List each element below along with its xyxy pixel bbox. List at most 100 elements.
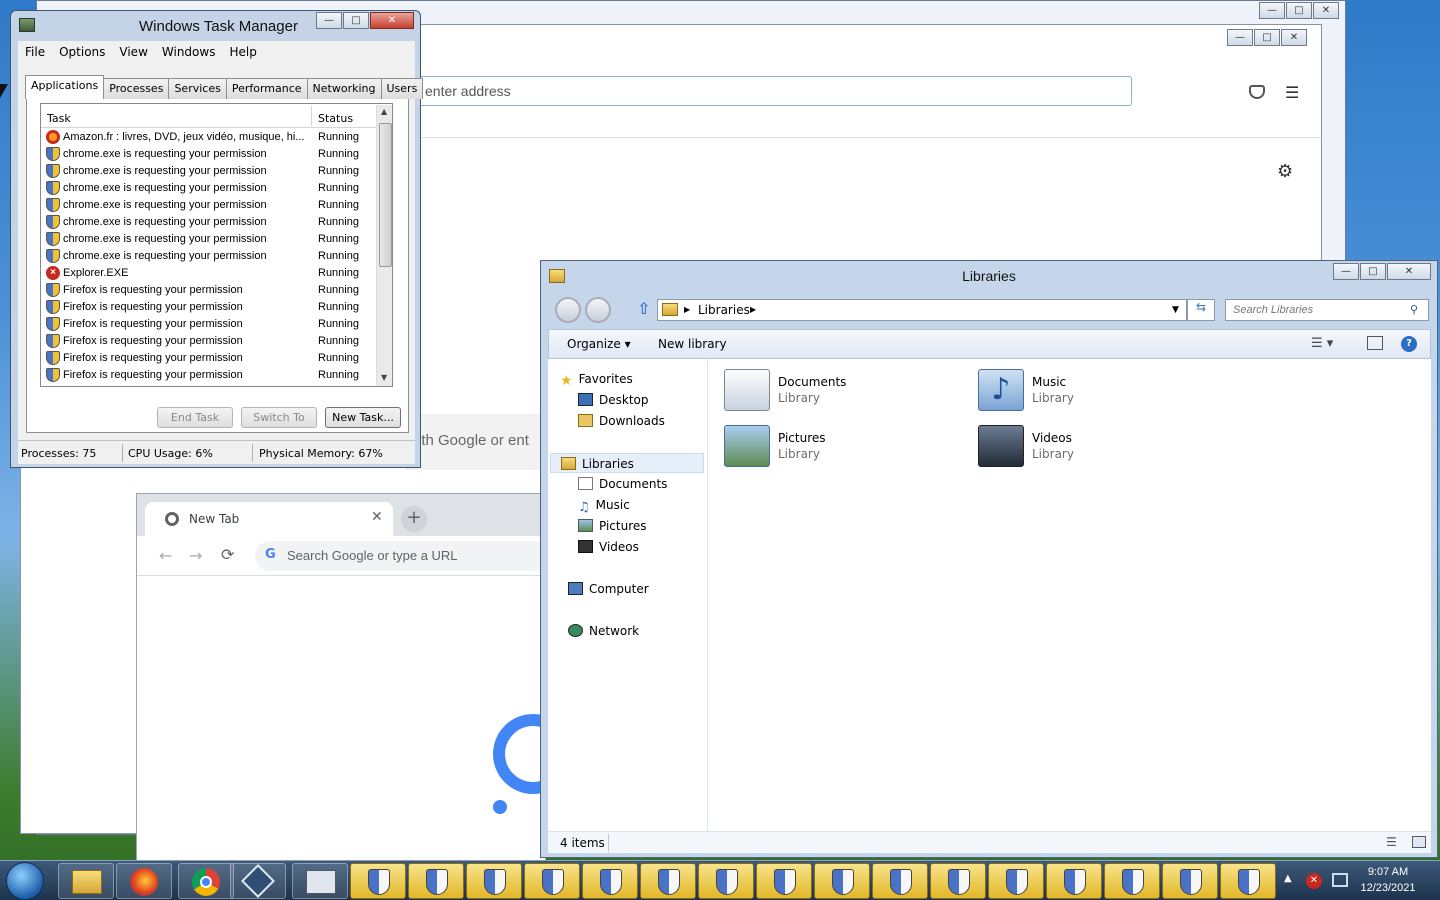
task-row[interactable]: Firefox is requesting your permission Run… [41, 299, 374, 316]
library-pictures[interactable]: Pictures Library [724, 421, 974, 471]
nav-music[interactable]: ♫ Music [578, 495, 630, 515]
menu-help[interactable]: Help [229, 45, 256, 59]
maximize-button[interactable]: □ [1286, 2, 1312, 19]
minimize-button[interactable]: — [1227, 29, 1253, 46]
breadcrumb-arrow-icon[interactable]: ▶ [750, 300, 756, 320]
taskbar-uac-prompt[interactable] [814, 863, 870, 899]
close-button[interactable]: ✕ [1313, 2, 1339, 19]
task-manager-titlebar[interactable]: Windows Task Manager — □ ✕ [11, 11, 420, 41]
new-tab-button[interactable]: + [401, 506, 427, 532]
menu-options[interactable]: Options [59, 45, 105, 59]
close-tab-icon[interactable]: ✕ [371, 509, 383, 525]
taskbar-uac-prompt[interactable] [640, 863, 696, 899]
taskbar-uac-prompt[interactable] [756, 863, 812, 899]
taskbar-uac-prompt[interactable] [524, 863, 580, 899]
taskbar-explorer[interactable] [58, 863, 114, 899]
taskbar-uac-prompt[interactable] [466, 863, 522, 899]
task-row[interactable]: Firefox is requesting your permission Run… [41, 350, 374, 367]
nav-network[interactable]: Network [568, 621, 639, 641]
taskbar-uac-prompt[interactable] [698, 863, 754, 899]
forward-icon[interactable]: → [189, 546, 202, 565]
nav-favorites[interactable]: ★ Favorites [560, 369, 633, 389]
tab-applications[interactable]: Applications [25, 75, 105, 99]
new-task-button[interactable]: New Task... [325, 407, 401, 428]
task-row[interactable]: chrome.exe is requesting your permission… [41, 214, 374, 231]
task-row[interactable]: Firefox is requesting your permission Run… [41, 316, 374, 333]
organize-button[interactable]: Organize ▾ [567, 337, 631, 351]
task-row[interactable]: chrome.exe is requesting your permission… [41, 231, 374, 248]
nav-libraries[interactable]: Libraries [550, 453, 704, 473]
end-task-button[interactable]: End Task [157, 407, 233, 428]
taskbar-firefox[interactable] [116, 863, 172, 899]
task-row[interactable]: chrome.exe is requesting your permission… [41, 248, 374, 265]
start-button[interactable] [6, 862, 44, 900]
task-row[interactable]: Firefox is requesting your permission Run… [41, 333, 374, 350]
task-row[interactable]: chrome.exe is requesting your permission… [41, 146, 374, 163]
task-row[interactable]: chrome.exe is requesting your permission… [41, 163, 374, 180]
library-documents[interactable]: Documents Library [724, 365, 974, 415]
action-center-icon[interactable]: ✕ [1306, 873, 1322, 889]
minimize-button[interactable]: — [316, 12, 342, 29]
view-options-icon[interactable]: ☰ ▾ [1311, 336, 1333, 351]
breadcrumb-arrow-icon[interactable]: ▶ [684, 300, 690, 320]
taskbar-virtualbox[interactable] [230, 863, 286, 899]
taskbar-clock[interactable]: 9:07 AM 12/23/2021 [1352, 864, 1424, 896]
taskbar-uac-prompt[interactable] [988, 863, 1044, 899]
nav-downloads[interactable]: Downloads [578, 411, 665, 431]
refresh-icon[interactable]: ⇆ [1187, 299, 1215, 321]
network-tray-icon[interactable] [1332, 873, 1348, 887]
column-task-header[interactable]: Task [47, 112, 71, 125]
preview-pane-icon[interactable] [1367, 336, 1383, 350]
scrollbar-thumb[interactable] [379, 123, 392, 267]
task-row[interactable]: chrome.exe is requesting your permission… [41, 180, 374, 197]
breadcrumb-libraries[interactable]: Libraries [698, 300, 750, 320]
close-button[interactable]: ✕ [1281, 29, 1307, 46]
taskbar-task-manager[interactable] [292, 863, 348, 899]
taskbar-uac-prompt[interactable] [582, 863, 638, 899]
back-button[interactable] [555, 297, 581, 323]
tab-processes[interactable]: Processes [103, 78, 170, 99]
tab-services[interactable]: Services [168, 78, 227, 99]
nav-pictures[interactable]: Pictures [578, 516, 647, 536]
task-row[interactable]: chrome.exe is requesting your permission… [41, 197, 374, 214]
address-dropdown-icon[interactable]: ▼ [1172, 300, 1179, 320]
taskbar-uac-prompt[interactable] [872, 863, 928, 899]
firefox-url-input[interactable]: enter address [418, 76, 1132, 106]
column-status-header[interactable]: Status [318, 112, 353, 125]
details-view-icon[interactable]: ☰ [1386, 835, 1397, 849]
up-arrow-icon[interactable]: ⇧ [637, 299, 650, 318]
switch-to-button[interactable]: Switch To [241, 407, 317, 428]
firefox-newtab-search-text[interactable]: ith Google or ent [418, 432, 529, 449]
menu-view[interactable]: View [119, 45, 147, 59]
tab-networking[interactable]: Networking [306, 78, 382, 99]
taskbar-uac-prompt[interactable] [1046, 863, 1102, 899]
taskbar-uac-prompt[interactable] [1104, 863, 1160, 899]
task-list-scrollbar[interactable]: ▲ ▼ [376, 105, 392, 386]
menu-file[interactable]: File [25, 45, 45, 59]
taskbar-uac-prompt[interactable] [1162, 863, 1218, 899]
tab-users[interactable]: Users [380, 78, 424, 99]
scroll-down-icon[interactable]: ▼ [381, 373, 387, 382]
taskbar-uac-prompt[interactable] [408, 863, 464, 899]
scroll-up-icon[interactable]: ▲ [381, 107, 387, 116]
library-videos[interactable]: Videos Library [978, 421, 1228, 471]
maximize-button[interactable]: □ [1254, 29, 1280, 46]
search-input[interactable]: Search Libraries ⚲ [1225, 299, 1429, 321]
taskbar-uac-prompt[interactable] [930, 863, 986, 899]
large-icons-view-icon[interactable] [1412, 836, 1426, 848]
chrome-omnibox[interactable]: G Search Google or type a URL [255, 541, 555, 571]
taskbar-uac-prompt[interactable] [350, 863, 406, 899]
menu-icon[interactable]: ☰ [1285, 83, 1299, 102]
gear-icon[interactable]: ⚙ [1277, 161, 1293, 182]
tab-performance[interactable]: Performance [225, 78, 308, 99]
forward-button[interactable] [585, 297, 611, 323]
taskbar-chrome[interactable] [178, 863, 234, 899]
taskbar-uac-prompt[interactable] [1220, 863, 1276, 899]
close-button[interactable]: ✕ [370, 12, 414, 29]
library-music[interactable]: ♪ Music Library [978, 365, 1228, 415]
nav-documents[interactable]: Documents [578, 474, 667, 494]
task-row[interactable]: × Explorer.EXE Running [41, 265, 374, 282]
task-row[interactable]: Firefox is requesting your permission Run… [41, 282, 374, 299]
task-row[interactable]: Amazon.fr : livres, DVD, jeux vidéo, mus… [41, 129, 374, 146]
explorer-title[interactable]: Libraries [541, 261, 1437, 291]
